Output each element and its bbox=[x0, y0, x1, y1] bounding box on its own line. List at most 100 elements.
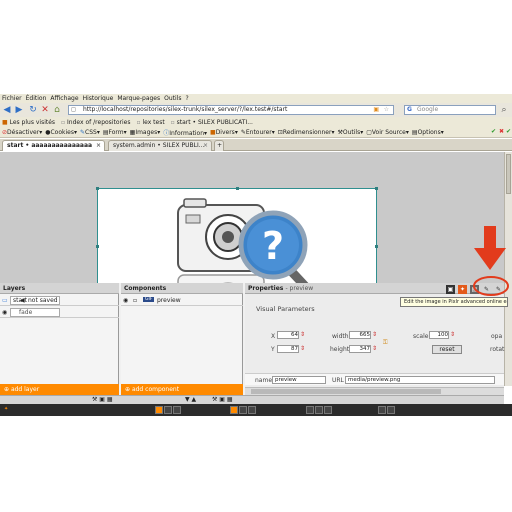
tab-label: start • aaaaaaaaaaaaaaa bbox=[7, 142, 93, 149]
add-icon: ⊕ bbox=[4, 386, 11, 393]
layer-row[interactable]: ▭ start ◀ not saved bbox=[0, 295, 119, 306]
layer-row[interactable]: ◉ fade bbox=[0, 307, 119, 318]
tab-system-admin[interactable]: system.admin • SILEX PUBLI... × bbox=[108, 140, 212, 151]
close-tab-icon[interactable]: × bbox=[203, 141, 208, 151]
preview-image-component[interactable]: ? bbox=[96, 187, 378, 283]
dev-outils[interactable]: ⚒Outils▾ bbox=[337, 129, 363, 136]
stage-area: ? bbox=[0, 152, 504, 283]
reload-icon[interactable]: ↻ bbox=[28, 105, 38, 115]
height-input[interactable]: 347 bbox=[349, 345, 371, 353]
tool-icon[interactable] bbox=[230, 406, 238, 414]
resize-handle[interactable] bbox=[375, 187, 378, 190]
tool-icon[interactable] bbox=[173, 406, 181, 414]
valid-icon[interactable]: ✔ bbox=[506, 128, 511, 135]
resize-handle[interactable] bbox=[236, 187, 239, 190]
preview-tool-icon[interactable]: ▣ bbox=[446, 285, 455, 294]
tool-icon[interactable] bbox=[248, 406, 256, 414]
dev-redimensionner[interactable]: ⊡Redimensionner▾ bbox=[278, 129, 335, 136]
menu-help[interactable]: ? bbox=[185, 95, 188, 102]
scroll-thumb[interactable] bbox=[251, 389, 441, 394]
layer-tools-icon[interactable]: ⚒ ▣ ▦ bbox=[92, 396, 113, 403]
x-input[interactable]: 64 bbox=[277, 331, 299, 339]
ratio-lock-icon[interactable]: ⚿ bbox=[383, 339, 388, 347]
width-input[interactable]: 665 bbox=[349, 331, 371, 339]
component-arrow-icons[interactable]: ▼ ▲ bbox=[185, 396, 196, 403]
dev-disable[interactable]: ⊘Désactiver▾ bbox=[2, 129, 42, 136]
error-icon[interactable]: ✖ bbox=[499, 128, 504, 135]
tool-icon[interactable] bbox=[324, 406, 332, 414]
menu-edition[interactable]: Édition bbox=[26, 95, 47, 102]
tool-icon[interactable] bbox=[239, 406, 247, 414]
menu-fichier[interactable]: Fichier bbox=[2, 95, 22, 102]
url-input[interactable]: media/preview.png bbox=[345, 376, 495, 384]
dev-cookies[interactable]: ●Cookies▾ bbox=[45, 129, 77, 136]
dev-form[interactable]: ▤Form▾ bbox=[103, 129, 127, 136]
check-icon[interactable]: ✔ bbox=[491, 128, 496, 135]
y-input[interactable]: 87 bbox=[277, 345, 299, 353]
dev-voir-source[interactable]: ▢Voir Source▾ bbox=[366, 129, 409, 136]
horizontal-scrollbar[interactable] bbox=[245, 387, 504, 395]
home-icon[interactable]: ⌂ bbox=[52, 105, 62, 115]
menu-outils[interactable]: Outils bbox=[164, 95, 181, 102]
lock-icon[interactable]: ▫ bbox=[133, 297, 137, 304]
menu-historique[interactable]: Historique bbox=[83, 95, 114, 102]
component-tools-icon[interactable]: ⚒ ▣ ▦ bbox=[212, 396, 233, 403]
dev-label: Options bbox=[417, 128, 441, 136]
scale-stepper[interactable]: ⇕ bbox=[450, 331, 455, 338]
bookmark-start[interactable]: ▫ start • SILEX PUBLICATI... bbox=[171, 119, 253, 126]
bottom-tool-group[interactable] bbox=[155, 406, 182, 416]
width-stepper[interactable]: ⇕ bbox=[372, 331, 377, 338]
new-tab-button[interactable]: + bbox=[214, 140, 224, 151]
back-icon[interactable]: ◀ bbox=[2, 105, 12, 115]
tool-icon[interactable] bbox=[387, 406, 395, 414]
dev-options[interactable]: ▤Options▾ bbox=[412, 129, 444, 136]
dev-css[interactable]: ✎CSS▾ bbox=[80, 129, 100, 136]
forward-icon[interactable]: ▶ bbox=[14, 105, 24, 115]
dev-information[interactable]: ⓘInformation▾ bbox=[163, 128, 207, 137]
eye-icon[interactable]: ◉ bbox=[123, 297, 128, 304]
tab-start[interactable]: start • aaaaaaaaaaaaaaa × bbox=[2, 140, 105, 151]
resize-handle[interactable] bbox=[96, 245, 99, 248]
resize-handle[interactable] bbox=[96, 187, 99, 190]
silex-logo-icon[interactable]: ✦ bbox=[4, 406, 8, 412]
close-tab-icon[interactable]: × bbox=[96, 141, 101, 151]
stop-icon[interactable]: ✕ bbox=[40, 105, 50, 115]
menu-affichage[interactable]: Affichage bbox=[50, 95, 78, 102]
component-row[interactable]: ◉ ▫ GIF preview bbox=[121, 295, 243, 306]
dev-images[interactable]: ▦Images▾ bbox=[130, 129, 161, 136]
scroll-thumb[interactable] bbox=[506, 154, 511, 194]
tool-icon[interactable] bbox=[315, 406, 323, 414]
bottom-tool-group[interactable] bbox=[230, 406, 257, 416]
add-component-button[interactable]: ⊕ add component bbox=[121, 384, 243, 395]
layer-fade-field[interactable]: fade bbox=[10, 308, 60, 317]
dev-divers[interactable]: ■Divers▾ bbox=[210, 129, 238, 136]
bookmark-star-icon[interactable]: ☆ bbox=[384, 106, 389, 114]
pixlr-icon[interactable]: ✦ bbox=[458, 285, 467, 294]
bookmark-lex-test[interactable]: ▫ lex test bbox=[136, 119, 164, 126]
bookmark-index[interactable]: ▫ Index of /repositories bbox=[61, 119, 130, 126]
tool-icon[interactable] bbox=[378, 406, 386, 414]
y-stepper[interactable]: ⇕ bbox=[300, 345, 305, 352]
search-input[interactable]: G Google bbox=[404, 105, 496, 115]
add-layer-button[interactable]: ⊕ add layer bbox=[0, 384, 119, 395]
rss-icon[interactable]: ▣ bbox=[373, 106, 379, 114]
tool-icon[interactable] bbox=[306, 406, 314, 414]
tool-icon[interactable] bbox=[155, 406, 163, 414]
dev-entourer[interactable]: ✎Entourer▾ bbox=[241, 129, 275, 136]
tool-icon[interactable] bbox=[164, 406, 172, 414]
dev-label: Images bbox=[135, 128, 158, 136]
name-input[interactable]: preview bbox=[272, 376, 326, 384]
bottom-tool-group[interactable] bbox=[378, 406, 396, 416]
search-icon[interactable]: ⌕ bbox=[499, 105, 509, 115]
bookmark-most-visited[interactable]: ■ Les plus visités bbox=[2, 119, 55, 126]
height-stepper[interactable]: ⇕ bbox=[372, 345, 377, 352]
scale-input[interactable]: 100 bbox=[429, 331, 449, 339]
resize-handle[interactable] bbox=[375, 245, 378, 248]
x-stepper[interactable]: ⇕ bbox=[300, 331, 305, 338]
add-component-label: add component bbox=[131, 386, 180, 393]
reset-button[interactable]: reset bbox=[432, 345, 462, 354]
scale-label: scale bbox=[413, 333, 429, 340]
bottom-tool-group[interactable] bbox=[306, 406, 333, 416]
url-bar[interactable]: ◻ http://localhost/repositories/silex-tr… bbox=[68, 105, 394, 115]
menu-marque-pages[interactable]: Marque-pages bbox=[117, 95, 160, 102]
